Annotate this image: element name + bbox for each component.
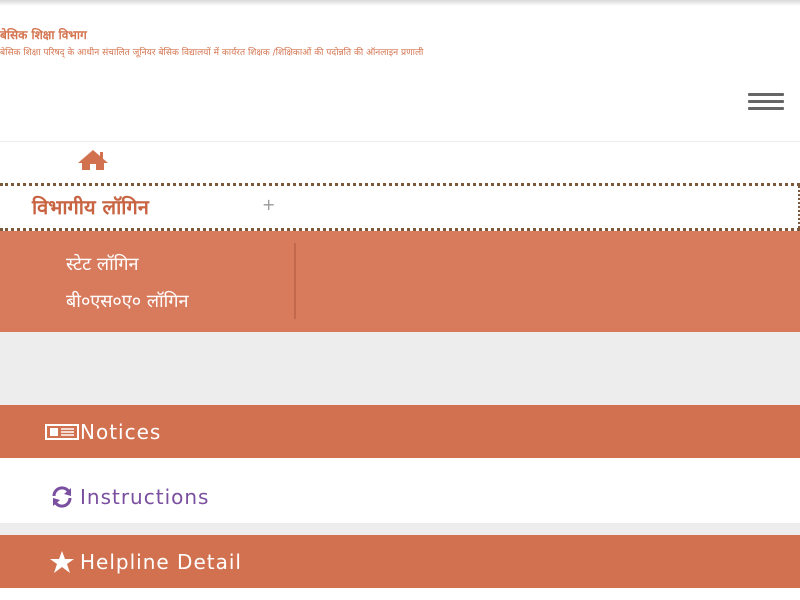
instructions-panel-header[interactable]: Instructions bbox=[0, 470, 800, 523]
department-subtitle: बेसिक शिक्षा परिषद् के आधीन संचालित जूनि… bbox=[0, 48, 424, 58]
instructions-label: Instructions bbox=[80, 484, 210, 509]
header-shadow bbox=[0, 0, 800, 6]
newspaper-icon bbox=[44, 421, 80, 443]
department-title: बेसिक शिक्षा विभाग bbox=[0, 28, 87, 42]
hamburger-menu-icon[interactable] bbox=[748, 93, 784, 113]
spacer-band bbox=[0, 332, 800, 405]
department-login-submenu: स्टेट लॉगिन बी०एस०ए० लॉगिन bbox=[0, 231, 800, 332]
submenu-divider bbox=[294, 243, 296, 319]
state-login-link[interactable]: स्टेट लॉगिन bbox=[66, 252, 139, 276]
refresh-icon bbox=[44, 485, 80, 508]
home-icon[interactable] bbox=[76, 148, 110, 172]
notices-label: Notices bbox=[80, 419, 162, 444]
site-header: बेसिक शिक्षा विभाग बेसिक शिक्षा परिषद् क… bbox=[0, 0, 800, 140]
bsa-login-link[interactable]: बी०एस०ए० लॉगिन bbox=[66, 289, 188, 313]
helpline-label: Helpline Detail bbox=[80, 549, 242, 574]
spacer bbox=[0, 523, 800, 535]
spacer bbox=[0, 458, 800, 470]
expand-plus-icon[interactable]: + bbox=[262, 195, 275, 214]
department-login-menu[interactable]: विभागीय लॉगिन + bbox=[0, 186, 800, 228]
star-icon bbox=[44, 550, 80, 573]
helpline-panel-header[interactable]: Helpline Detail bbox=[0, 535, 800, 588]
spacer bbox=[0, 588, 800, 600]
department-login-label[interactable]: विभागीय लॉगिन bbox=[32, 193, 149, 220]
home-bar bbox=[0, 141, 800, 184]
notices-panel-header[interactable]: Notices bbox=[0, 405, 800, 458]
